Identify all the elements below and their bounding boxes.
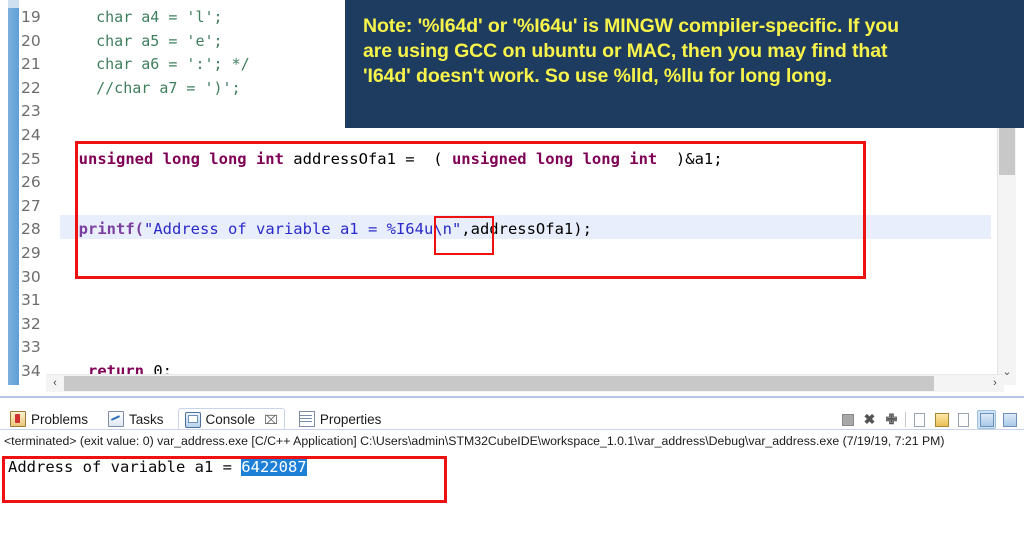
console-panel: Problems Tasks Console ⌧ Properties ✖ ✙ <ter… [0, 396, 1024, 537]
code-token: unsigned long long int [451, 149, 658, 168]
scroll-left-icon[interactable]: ‹ [46, 375, 64, 392]
tab-label: Problems [31, 411, 89, 427]
line-number: 33 [21, 338, 41, 357]
note-overlay: Note: '%I64d' or '%I64u' is MINGW compil… [345, 0, 1024, 128]
line-number: 26 [21, 173, 41, 192]
display-console-icon[interactable] [977, 409, 996, 429]
note-line-3: 'I64d' doesn't work. So use %lld, %llu f… [363, 65, 833, 87]
code-token: char a6 = ':'; */ [60, 55, 250, 74]
code-token: unsigned long long int [60, 149, 284, 168]
terminate-icon[interactable] [839, 411, 856, 428]
remove-all-launches-icon[interactable]: ✙ [883, 411, 900, 428]
code-line[interactable]: printf("Address of variable a1 = %I64u\n… [60, 218, 592, 242]
console-terminated-line: <terminated> (exit value: 0) var_address… [4, 434, 945, 448]
code-token: ,addressOfa1); [461, 220, 592, 239]
editor-horizontal-scrollbar-thumb[interactable] [64, 376, 934, 391]
code-token: addressOfa1 = ( [283, 149, 452, 168]
line-number: 30 [21, 267, 41, 286]
properties-icon [298, 411, 315, 427]
tab-problems[interactable]: Problems [4, 408, 94, 430]
gutter-change-bar [8, 8, 19, 385]
console-toolbar[interactable]: ✖ ✙ [839, 408, 1018, 430]
open-console-icon[interactable] [1001, 411, 1018, 428]
code-line[interactable]: char a6 = ':'; */ [60, 53, 250, 77]
console-icon [184, 411, 201, 428]
word-wrap-icon[interactable] [955, 411, 972, 428]
code-token: //char a7 = ')'; [60, 78, 241, 97]
console-output-prefix: Address of variable a1 = [8, 458, 242, 476]
toolbar-divider [905, 411, 906, 427]
code-line[interactable]: char a5 = 'e'; [60, 30, 223, 54]
gutter-change-bar-cap [8, 0, 19, 8]
editor-horizontal-scrollbar[interactable]: ‹ › [46, 374, 1004, 392]
tab-properties[interactable]: Properties [293, 408, 388, 430]
code-line[interactable]: //char a7 = ')'; [60, 77, 241, 101]
line-number: 20 [21, 31, 41, 50]
code-token: "Address of variable a1 = %I64u\n" [144, 220, 462, 239]
ide-screenshot: 19 20 21 22 23 24 25 26 27 28 29 30 31 32 33 34 char a4… [0, 0, 1024, 537]
line-number: 29 [21, 243, 41, 262]
line-number: 23 [21, 102, 41, 121]
close-icon[interactable]: ⌧ [264, 413, 278, 427]
line-number: 27 [21, 196, 41, 215]
code-token: )&a1; [657, 149, 723, 168]
tasks-icon [108, 411, 125, 427]
scroll-right-icon[interactable]: › [986, 375, 1004, 392]
line-number: 32 [21, 314, 41, 333]
remove-launch-icon[interactable]: ✖ [861, 411, 878, 428]
clear-console-icon[interactable] [911, 411, 928, 428]
note-line-1: Note: '%I64d' or '%I64u' is MINGW compil… [363, 15, 899, 37]
code-token: printf( [60, 220, 144, 239]
problems-icon [10, 411, 26, 427]
tab-tasks[interactable]: Tasks [102, 408, 170, 430]
line-number: 31 [21, 291, 41, 310]
code-line[interactable]: char a4 = 'l'; [60, 6, 223, 30]
line-number: 19 [21, 8, 41, 26]
console-output-value: 6422087 [241, 458, 307, 476]
line-number: 24 [21, 125, 41, 144]
code-token: char a4 = 'l'; [60, 8, 223, 26]
line-number: 21 [21, 55, 41, 74]
code-line[interactable]: unsigned long long int addressOfa1 = ( u… [60, 148, 723, 172]
console-output-line: Address of variable a1 = 6422087 [8, 458, 307, 476]
line-number-ruler: 19 20 21 22 23 24 25 26 27 28 29 30 31 32 33 34 [21, 6, 59, 384]
line-number: 25 [21, 149, 41, 168]
scroll-lock-icon[interactable] [933, 411, 950, 428]
tab-label: Console [205, 412, 256, 427]
tab-label: Properties [319, 411, 382, 427]
line-number: 22 [21, 78, 41, 97]
line-number: 28 [21, 220, 41, 239]
code-token: char a5 = 'e'; [60, 31, 223, 50]
note-line-2: are using GCC on ubuntu or MAC, then you… [363, 40, 888, 62]
tab-label: Tasks [129, 411, 164, 427]
tab-console[interactable]: Console ⌧ [177, 408, 285, 430]
